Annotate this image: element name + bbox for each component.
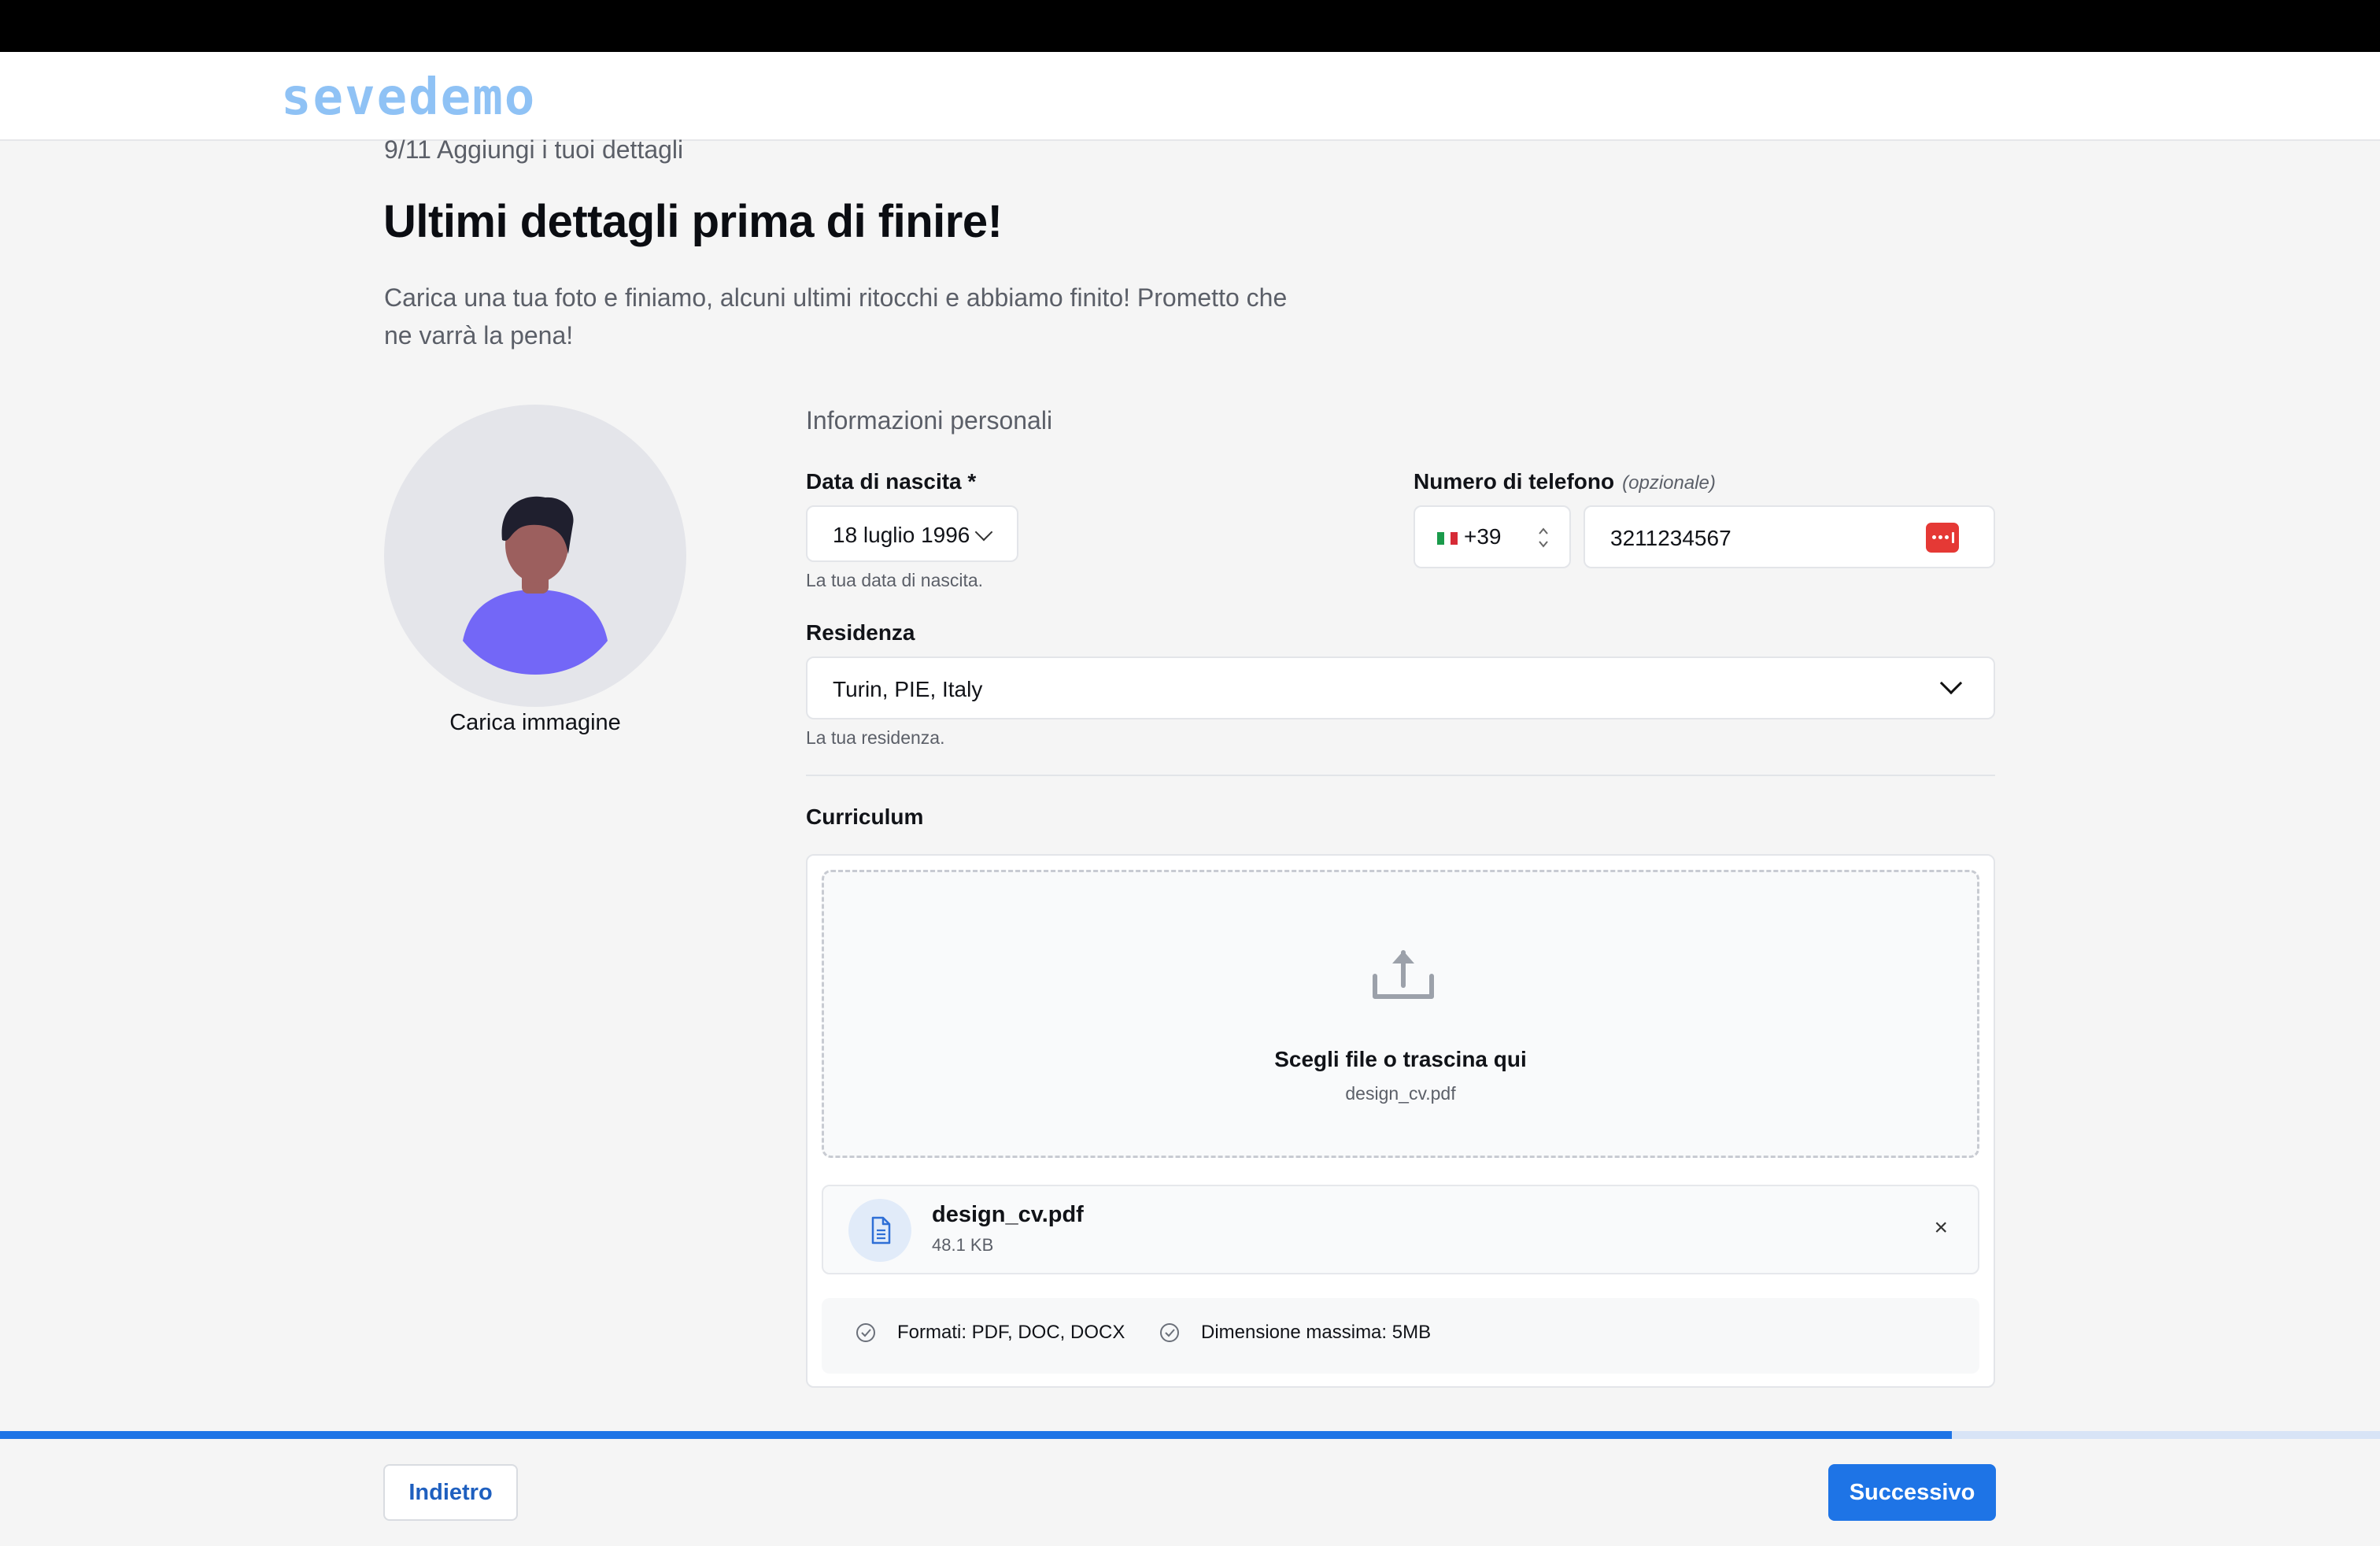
requirement-formats: Formati: PDF, DOC, DOCX bbox=[855, 1322, 1125, 1344]
top-bar bbox=[0, 0, 2380, 52]
phone-input[interactable]: 3211234567 bbox=[1584, 505, 1995, 568]
optional-hint: (opzionale) bbox=[1622, 472, 1716, 494]
residence-helper: La tua residenza. bbox=[806, 727, 945, 748]
birthdate-value: 18 luglio 1996 bbox=[833, 523, 970, 547]
country-code-select[interactable]: +39 bbox=[1414, 505, 1571, 568]
progress-fill bbox=[0, 1431, 1952, 1439]
person-icon bbox=[463, 496, 608, 675]
footer: Indietro Successivo bbox=[0, 1439, 2380, 1546]
step-indicator: 9/11 Aggiungi i tuoi dettagli bbox=[384, 135, 684, 164]
section-title: Informazioni personali bbox=[806, 406, 1053, 435]
avatar-upload[interactable] bbox=[384, 405, 686, 707]
divider bbox=[806, 775, 1995, 776]
progress-bar bbox=[0, 1431, 2380, 1439]
document-icon bbox=[848, 1199, 911, 1262]
upload-icon bbox=[1373, 950, 1434, 999]
avatar-upload-label[interactable]: Carica immagine bbox=[378, 710, 693, 736]
app-header: sevedemo bbox=[0, 52, 2380, 141]
password-manager-icon[interactable] bbox=[1926, 523, 1959, 553]
file-size: 48.1 KB bbox=[932, 1235, 994, 1255]
residence-select[interactable]: Turin, PIE, Italy bbox=[806, 656, 1995, 719]
cv-dropzone[interactable]: Scegli file o trascina qui design_cv.pdf bbox=[822, 870, 1979, 1158]
file-name: design_cv.pdf bbox=[932, 1202, 1084, 1227]
birthdate-helper: La tua data di nascita. bbox=[806, 570, 984, 590]
birthdate-select[interactable]: 18 luglio 1996 bbox=[806, 505, 1018, 562]
phone-label-text: Numero di telefono bbox=[1414, 469, 1615, 494]
file-requirements: Formati: PDF, DOC, DOCX Dimensione massi… bbox=[822, 1298, 1979, 1374]
birthdate-label: Data di nascita * bbox=[806, 469, 977, 494]
dropzone-title: Scegli file o trascina qui bbox=[1274, 1047, 1527, 1071]
chevron-down-icon bbox=[1939, 671, 1963, 695]
check-circle-icon bbox=[1160, 1323, 1179, 1342]
italy-flag-icon bbox=[1437, 532, 1458, 545]
page-subtitle: Carica una tua foto e finiamo, alcuni ul… bbox=[384, 283, 1288, 350]
requirement-text: Formati: PDF, DOC, DOCX bbox=[897, 1322, 1125, 1343]
logo[interactable]: sevedemo bbox=[281, 66, 536, 129]
uploaded-file: design_cv.pdf 48.1 KB × bbox=[822, 1185, 1979, 1274]
country-code-value: +39 bbox=[1464, 524, 1502, 549]
updown-chevron-icon bbox=[1539, 527, 1548, 548]
cv-label: Curriculum bbox=[806, 804, 924, 829]
requirement-size: Dimensione massima: 5MB bbox=[1159, 1322, 1431, 1344]
requirement-text: Dimensione massima: 5MB bbox=[1201, 1322, 1432, 1343]
page-title: Ultimi dettagli prima di finire! bbox=[383, 196, 1003, 247]
residence-value: Turin, PIE, Italy bbox=[833, 677, 983, 701]
dropzone-subtitle: design_cv.pdf bbox=[1345, 1083, 1456, 1104]
cv-upload-panel: Scegli file o trascina qui design_cv.pdf… bbox=[806, 854, 1995, 1388]
back-button[interactable]: Indietro bbox=[383, 1464, 518, 1521]
chevron-down-icon bbox=[974, 523, 993, 542]
close-icon[interactable]: × bbox=[1934, 1215, 1948, 1241]
next-button[interactable]: Successivo bbox=[1828, 1464, 1996, 1521]
phone-label: Numero di telefono (opzionale) bbox=[1414, 469, 1716, 494]
phone-value: 3211234567 bbox=[1610, 526, 1731, 550]
residence-label: Residenza bbox=[806, 620, 915, 645]
check-circle-icon bbox=[856, 1323, 875, 1342]
